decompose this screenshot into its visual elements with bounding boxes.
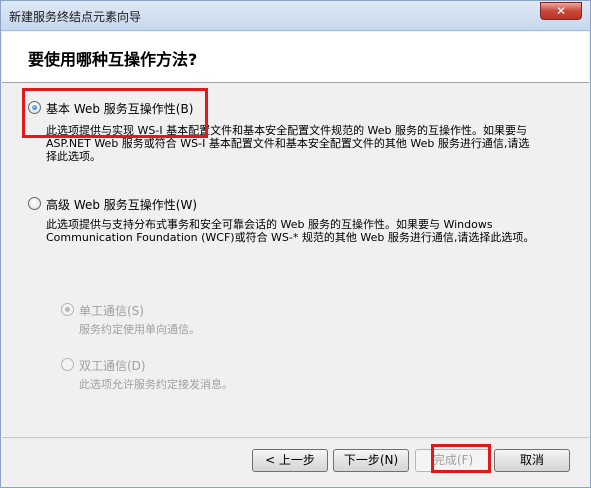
basic-desc-line-2: ASP.NET Web 服务或符合 WS-I 基本配置文件和基本安全配置文件的其… (46, 137, 530, 150)
duplex-description: 此选项允许服务约定接发消息。 (79, 378, 233, 391)
simplex-radio[interactable] (61, 303, 74, 316)
annotation-highlight-box-finish (431, 444, 491, 473)
back-button[interactable]: < 上一步 (252, 449, 328, 472)
basic-desc-line-3: 择此选项。 (46, 150, 101, 163)
cancel-button[interactable]: 取消 (494, 449, 570, 472)
title-bar: 新建服务终结点元素向导 ✕ (1, 1, 590, 31)
page-title: 要使用哪种互操作方法? (28, 50, 198, 69)
wizard-window: 新建服务终结点元素向导 ✕ 要使用哪种互操作方法? 基本 Web 服务互操作性(… (0, 0, 591, 488)
close-button[interactable]: ✕ (540, 2, 582, 20)
annotation-highlight-box (22, 88, 208, 138)
advanced-interop-radio[interactable] (28, 197, 41, 210)
advanced-interop-label[interactable]: 高级 Web 服务互操作性(W) (46, 196, 197, 213)
window-title: 新建服务终结点元素向导 (9, 10, 142, 24)
advanced-interop-description: 此选项提供与支持分布式事务和安全可靠会话的 Web 服务的互操作性。如果要与 W… (46, 218, 576, 244)
footer-divider (2, 437, 589, 438)
next-button[interactable]: 下一步(N) (333, 449, 409, 472)
advanced-desc-line-2: Communication Foundation (WCF)或符合 WS-* 规… (46, 231, 535, 244)
duplex-radio[interactable] (61, 358, 74, 371)
wizard-header: 要使用哪种互操作方法? (2, 32, 589, 82)
simplex-description: 服务约定使用单向通信。 (79, 323, 200, 336)
advanced-desc-line-1: 此选项提供与支持分布式事务和安全可靠会话的 Web 服务的互操作性。如果要与 W… (46, 218, 493, 231)
duplex-label[interactable]: 双工通信(D) (79, 357, 146, 374)
close-icon: ✕ (556, 4, 567, 18)
header-divider (2, 82, 589, 83)
simplex-label[interactable]: 单工通信(S) (79, 302, 144, 319)
